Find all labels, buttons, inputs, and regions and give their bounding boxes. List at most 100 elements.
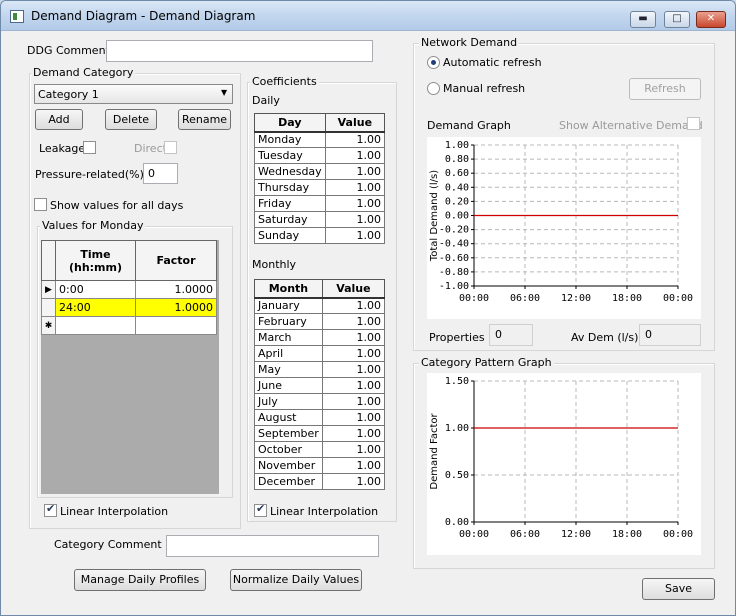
table-row[interactable]: Friday 1.00 [254, 195, 386, 212]
ddg-comment-label: DDG Comment [27, 44, 110, 57]
factor-column-header[interactable]: Factor [135, 240, 217, 281]
table-row[interactable]: October 1.00 [254, 441, 386, 458]
coefficients-linear-interpolation-label: Linear Interpolation [270, 505, 379, 518]
monthly-coefficients-table: Month Value January 1.00 February 1.00 March… [254, 279, 386, 490]
coefficient-value-cell[interactable]: 1.00 [321, 377, 386, 394]
coefficient-value-cell[interactable]: 1.00 [321, 313, 386, 330]
time-cell[interactable]: 24:00 [55, 298, 136, 317]
app-icon [10, 10, 24, 23]
table-row[interactable]: Tuesday 1.00 [254, 147, 386, 164]
coefficient-value-cell[interactable]: 1.00 [321, 345, 386, 362]
show-alternative-demand-checkbox[interactable] [687, 117, 700, 130]
coefficient-value-cell[interactable]: 1.00 [321, 393, 386, 410]
minimize-button[interactable]: ▬ [630, 11, 656, 28]
coefficient-name-cell: January [254, 297, 323, 314]
table-row[interactable]: ▶ 0:00 1.0000 [41, 280, 217, 299]
y-tick-label: 0.20 [445, 196, 469, 207]
delete-category-button[interactable]: Delete [105, 109, 157, 130]
coefficient-value-cell[interactable]: 1.00 [324, 131, 386, 148]
table-row[interactable]: Wednesday 1.00 [254, 163, 386, 180]
coefficient-name-cell: February [254, 313, 323, 330]
table-row[interactable]: November 1.00 [254, 457, 386, 474]
coefficient-value-cell[interactable]: 1.00 [324, 179, 386, 196]
time-column-header[interactable]: Time (hh:mm) [55, 240, 136, 281]
table-row[interactable]: Sunday 1.00 [254, 227, 386, 244]
coefficient-name-cell: Wednesday [254, 163, 326, 180]
coefficient-value-cell[interactable]: 1.00 [321, 473, 386, 490]
coefficient-value-cell[interactable]: 1.00 [324, 211, 386, 228]
table-row[interactable]: February 1.00 [254, 313, 386, 330]
new-row[interactable]: ✱ [41, 316, 217, 335]
coefficient-name-cell: Sunday [254, 227, 326, 244]
demand-graph-svg: 1.00 0.80 0.60 0.40 0.20 0.00 -0.20 -0.40 -0.60 -… [429, 140, 693, 304]
normalize-daily-values-button[interactable]: Normalize Daily Values [230, 569, 362, 591]
coefficient-value-cell[interactable]: 1.00 [321, 409, 386, 426]
coefficient-value-cell[interactable]: 1.00 [321, 297, 386, 314]
table-row[interactable]: April 1.00 [254, 345, 386, 362]
show-all-days-checkbox[interactable] [34, 198, 47, 211]
table-row[interactable]: June 1.00 [254, 377, 386, 394]
new-factor-cell[interactable] [135, 316, 217, 335]
window-title: Demand Diagram - Demand Diagram [31, 9, 256, 23]
coefficients-linear-interpolation-checkbox[interactable] [254, 502, 267, 517]
category-dropdown[interactable]: Category 1 ▼ [34, 84, 233, 104]
coefficient-value-cell[interactable]: 1.00 [321, 361, 386, 378]
factor-cell[interactable]: 1.0000 [135, 280, 217, 299]
y-tick-label: 0.50 [445, 470, 469, 481]
table-row[interactable]: Saturday 1.00 [254, 211, 386, 228]
title-bar[interactable]: Demand Diagram - Demand Diagram ▬ □ ✕ [1, 1, 735, 31]
refresh-button[interactable]: Refresh [629, 78, 701, 100]
new-time-cell[interactable] [55, 316, 136, 335]
coefficient-value-cell[interactable]: 1.00 [321, 441, 386, 458]
close-button[interactable]: ✕ [696, 11, 726, 28]
new-row-marker: ✱ [41, 316, 56, 335]
table-row[interactable]: January 1.00 [254, 297, 386, 314]
table-row[interactable]: May 1.00 [254, 361, 386, 378]
linear-interpolation-checkbox[interactable] [44, 502, 57, 517]
coefficient-name-cell: November [254, 457, 323, 474]
table-row[interactable]: December 1.00 [254, 473, 386, 490]
add-category-button[interactable]: Add [35, 109, 83, 130]
table-row[interactable]: August 1.00 [254, 409, 386, 426]
table-row[interactable]: Thursday 1.00 [254, 179, 386, 196]
av-dem-value: 0 [639, 324, 701, 346]
direct-checkbox[interactable] [164, 141, 177, 154]
y-tick-label: 1.50 [445, 376, 469, 387]
manage-daily-profiles-button[interactable]: Manage Daily Profiles [74, 569, 206, 591]
coefficient-name-cell: October [254, 441, 323, 458]
x-tick-label: 18:00 [612, 293, 642, 304]
rename-category-button[interactable]: Rename [178, 109, 231, 130]
table-row[interactable]: 24:00 1.0000 [41, 298, 217, 317]
automatic-refresh-radio[interactable] [427, 56, 440, 69]
table-row[interactable]: Monday 1.00 [254, 131, 386, 148]
table-row[interactable]: July 1.00 [254, 393, 386, 410]
coefficient-value-cell[interactable]: 1.00 [321, 329, 386, 346]
time-cell[interactable]: 0:00 [55, 280, 136, 299]
factor-cell[interactable]: 1.0000 [135, 298, 217, 317]
ddg-comment-input[interactable] [106, 40, 373, 62]
pressure-related-input[interactable]: 0 [143, 163, 178, 184]
coefficient-value-cell[interactable]: 1.00 [324, 195, 386, 212]
manual-refresh-radio[interactable] [427, 82, 440, 95]
coefficient-value-cell[interactable]: 1.00 [324, 227, 386, 244]
row-header [41, 298, 56, 317]
x-tick-label: 00:00 [663, 293, 693, 304]
x-tick-label: 06:00 [510, 529, 540, 540]
table-row[interactable]: September 1.00 [254, 425, 386, 442]
y-tick-label: 0.40 [445, 182, 469, 193]
coefficient-value-cell[interactable]: 1.00 [324, 147, 386, 164]
category-dropdown-value: Category 1 [38, 88, 99, 101]
coefficient-value-cell[interactable]: 1.00 [324, 163, 386, 180]
table-row[interactable]: March 1.00 [254, 329, 386, 346]
direct-label: Direct [134, 142, 167, 155]
y-axis-label: Demand Factor [429, 413, 440, 490]
leakage-checkbox[interactable] [83, 141, 96, 154]
coefficient-value-cell[interactable]: 1.00 [321, 457, 386, 474]
coefficient-value-cell[interactable]: 1.00 [321, 425, 386, 442]
category-pattern-svg: 1.501.000.500.0000:00 06:00 12:00 18:00 00:0… [429, 376, 693, 540]
y-axis-label: Total Demand (l/s) [429, 170, 440, 262]
properties-value: 0 [489, 324, 533, 346]
category-comment-input[interactable] [166, 535, 379, 557]
save-button[interactable]: Save [642, 578, 715, 600]
maximize-button[interactable]: □ [664, 11, 690, 28]
